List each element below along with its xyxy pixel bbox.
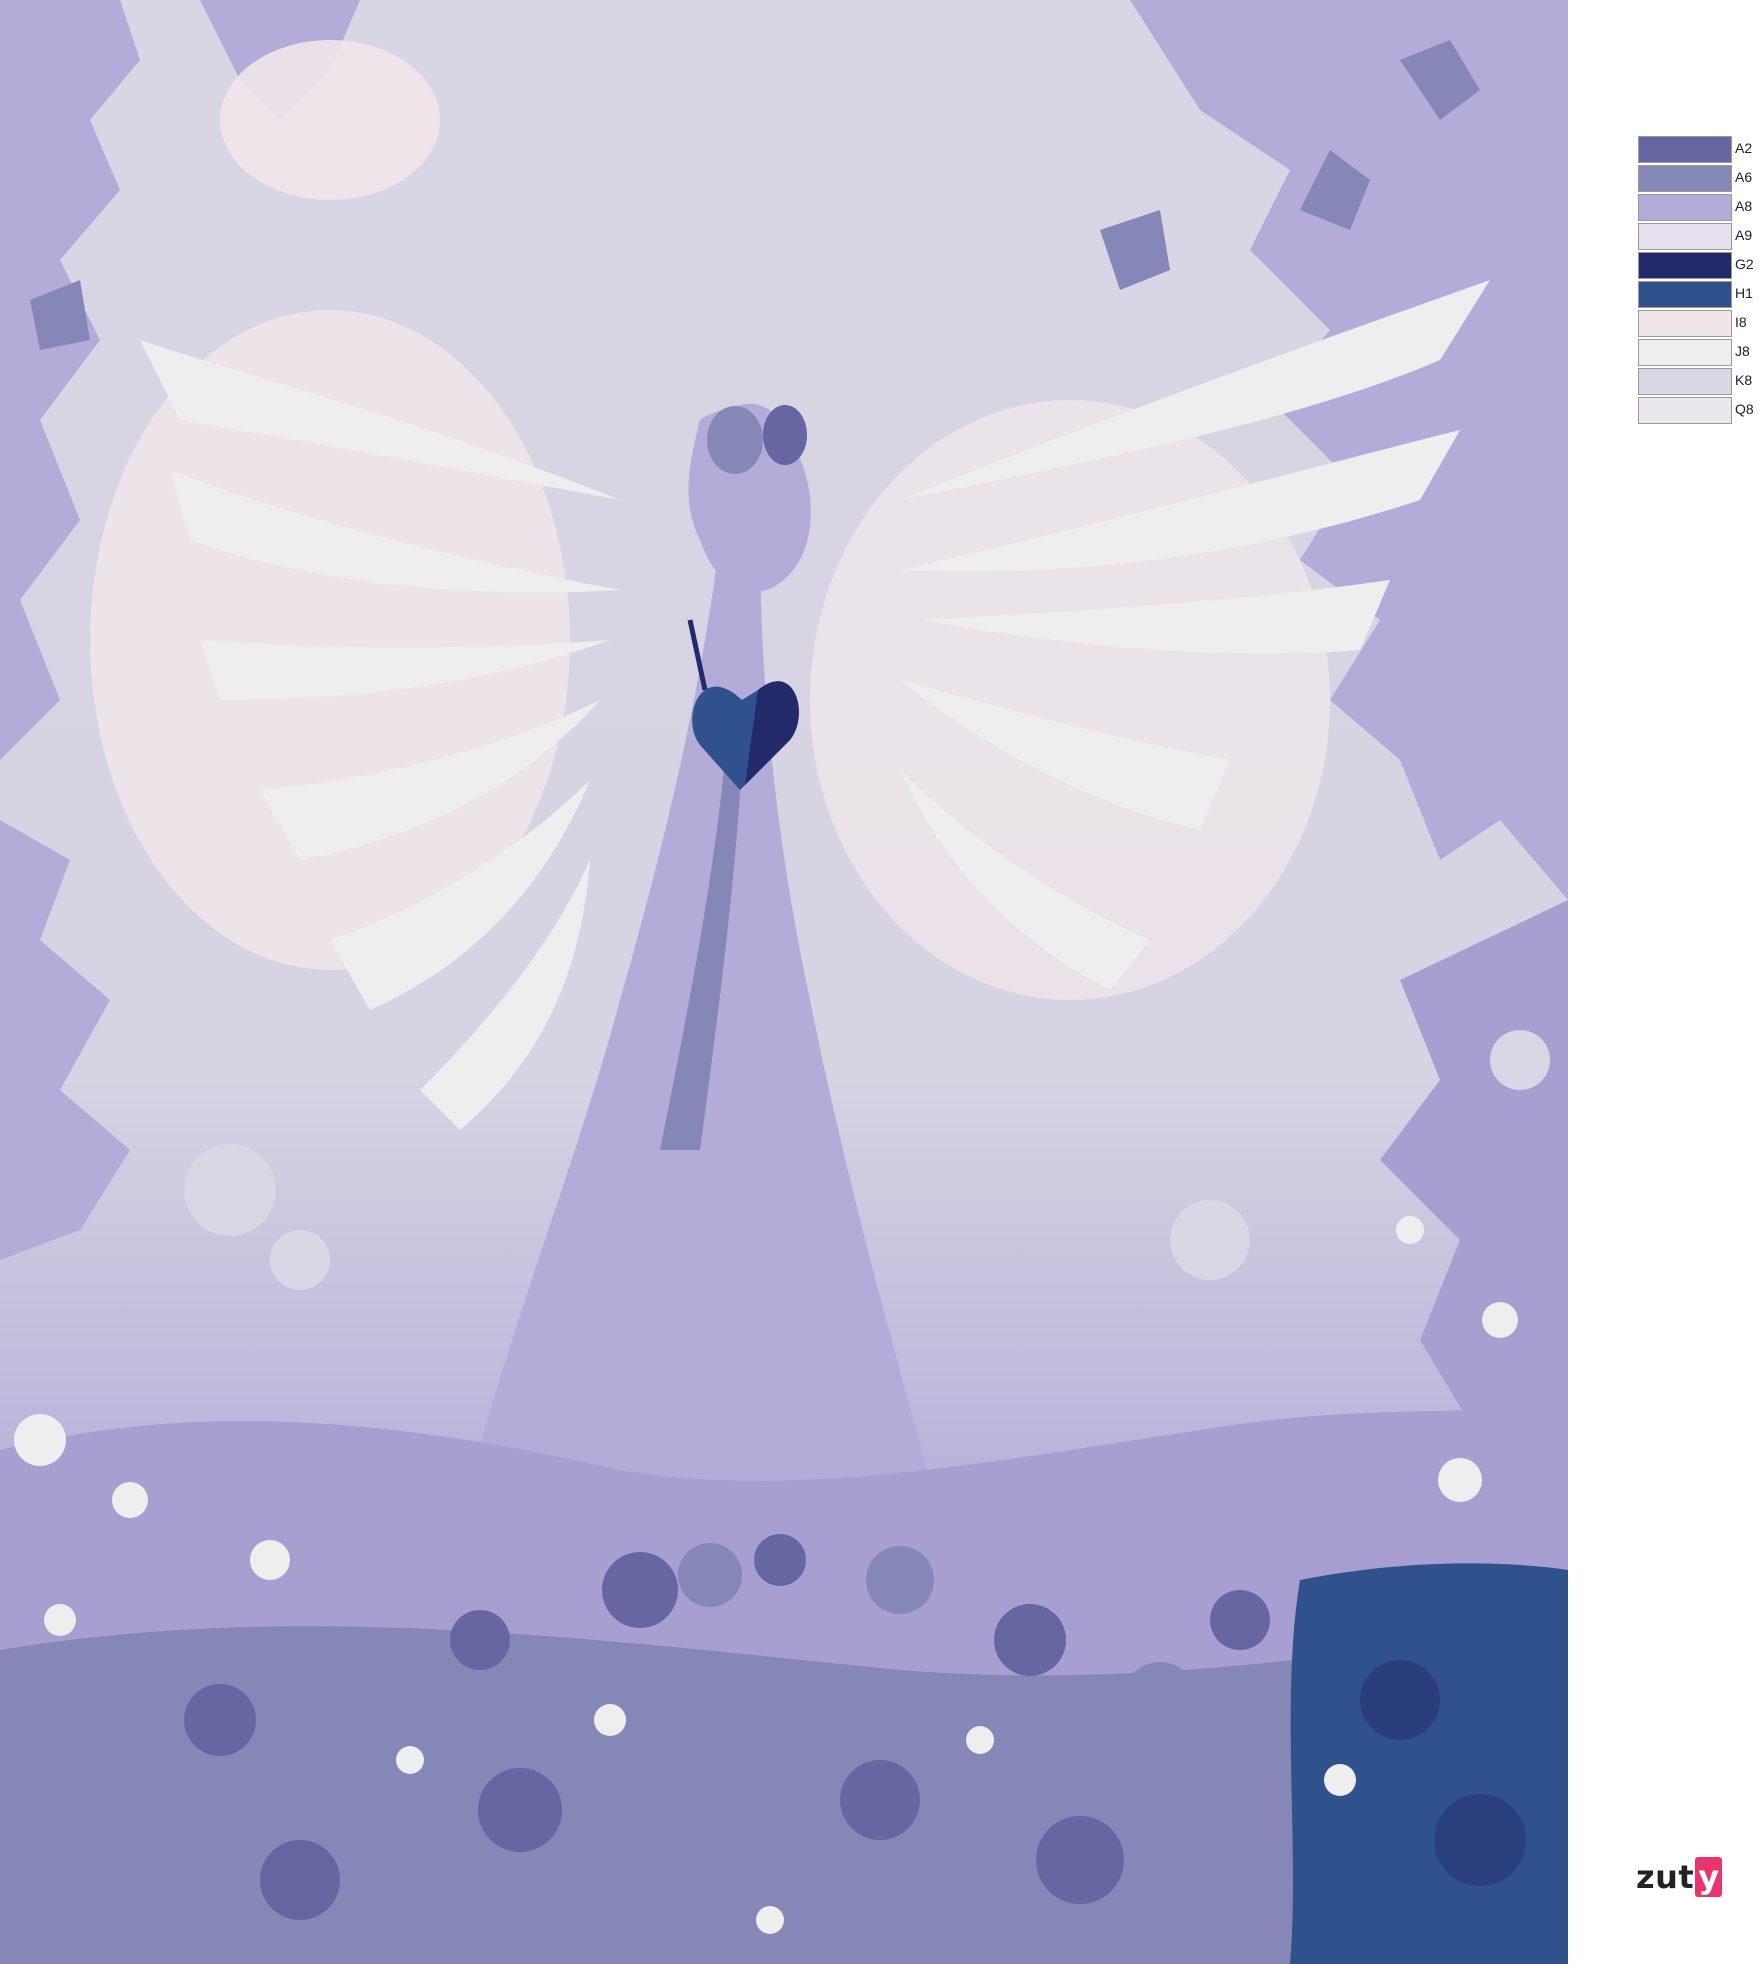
color-swatch: [1638, 251, 1732, 279]
figure-head-companion: [763, 405, 807, 465]
color-code: K8: [1735, 372, 1753, 388]
legend-row: G2: [1638, 250, 1756, 279]
legend-row: A2: [1638, 134, 1756, 163]
color-swatch: [1638, 222, 1732, 250]
color-code: G2: [1735, 256, 1754, 272]
color-swatch: [1638, 396, 1732, 424]
color-swatch: [1638, 135, 1732, 163]
color-code: A9: [1735, 227, 1753, 243]
color-swatch: [1638, 367, 1732, 395]
legend-row: A6: [1638, 163, 1756, 192]
color-code: J8: [1735, 343, 1750, 359]
color-swatch: [1638, 280, 1732, 308]
dark-flower-corner: [1290, 1563, 1568, 1964]
color-code: A6: [1735, 169, 1753, 185]
figure-head: [707, 406, 763, 474]
cloud-shape: [220, 40, 440, 200]
legend-row: H1: [1638, 279, 1756, 308]
color-swatch: [1638, 164, 1732, 192]
color-code: H1: [1735, 285, 1753, 301]
color-swatch: [1638, 309, 1732, 337]
color-code: Q8: [1735, 401, 1754, 417]
legend-row: A8: [1638, 192, 1756, 221]
brand-accent-letter: y: [1695, 1857, 1723, 1897]
canvas-page: A2 A6 A8 A9 G2 H1 I8 J8 K8 Q8 zut y: [0, 0, 1759, 1964]
legend-row: K8: [1638, 366, 1756, 395]
angel-figure-icon: [0, 0, 1568, 1964]
color-legend: A2 A6 A8 A9 G2 H1 I8 J8 K8 Q8: [1638, 134, 1756, 424]
color-swatch: [1638, 193, 1732, 221]
legend-row: Q8: [1638, 395, 1756, 424]
color-code: A2: [1735, 140, 1753, 156]
color-code: A8: [1735, 198, 1753, 214]
color-swatch: [1638, 338, 1732, 366]
paint-by-number-artwork: [0, 0, 1568, 1964]
brand-logo: zut y: [1636, 1852, 1756, 1902]
legend-row: J8: [1638, 337, 1756, 366]
legend-row: A9: [1638, 221, 1756, 250]
brand-wordmark: zut: [1636, 1858, 1695, 1896]
legend-row: I8: [1638, 308, 1756, 337]
color-code: I8: [1735, 314, 1747, 330]
